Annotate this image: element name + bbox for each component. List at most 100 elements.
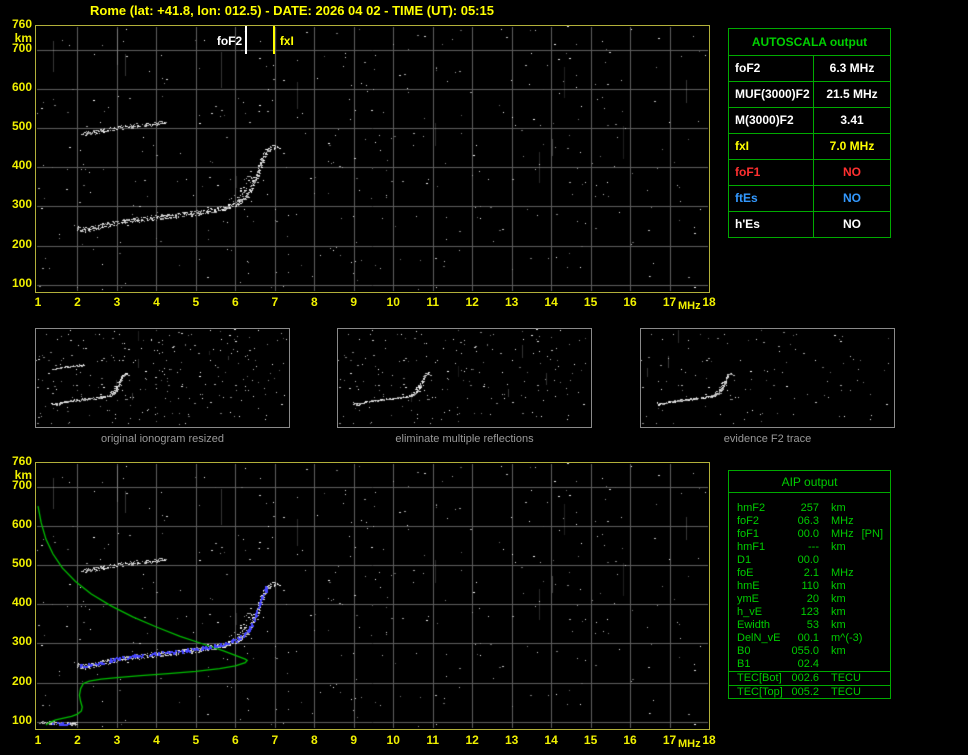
aip-param-name: h_vE bbox=[737, 606, 763, 618]
x-axis-tick-label: 5 bbox=[192, 733, 200, 747]
aip-param-name: B0 bbox=[737, 645, 751, 657]
y-axis-tick-label: 100 bbox=[11, 712, 32, 727]
aip-param-unit: MHz bbox=[831, 515, 854, 527]
ionogram-plot-top bbox=[35, 25, 710, 293]
aip-row-DelN_vE: DelN_vE 00.1 m^(-3) bbox=[729, 632, 890, 645]
aip-param-unit: MHz bbox=[831, 567, 854, 579]
aip-output-table: AIP output hmF2 257 km foF2 06.3 MHz foF1 00.0 M… bbox=[728, 470, 891, 699]
autoscala-param-value: 7.0 MHz bbox=[813, 134, 890, 159]
x-axis-tick-label: 18 bbox=[702, 733, 716, 747]
x-axis-tick-label: 16 bbox=[623, 733, 637, 747]
aip-param-unit: km bbox=[831, 580, 846, 592]
autoscala-param-label: h'Es bbox=[735, 217, 760, 231]
aip-param-name: hmE bbox=[737, 580, 760, 592]
x-axis-tick-label: 8 bbox=[310, 295, 318, 309]
y-axis-tick-label: 400 bbox=[11, 158, 32, 173]
y-axis-tick-label: 760 bbox=[11, 454, 32, 468]
aip-tec-rows: TEC[Bot] 002.6 TECU TEC[Top] 005.2 TECU bbox=[729, 672, 890, 698]
x-axis-tick-label: 8 bbox=[310, 733, 318, 747]
aip-param-value: 06.3 bbox=[797, 515, 819, 527]
aip-row-foE: foE 2.1 MHz bbox=[729, 567, 890, 580]
aip-param-name: ymE bbox=[737, 593, 759, 605]
x-axis-tick-label: 6 bbox=[232, 733, 239, 747]
x-axis-tick-label: 5 bbox=[192, 295, 200, 309]
x-axis-tick-label: 6 bbox=[232, 295, 239, 309]
autoscala-table-title: AUTOSCALA output bbox=[751, 35, 868, 49]
aip-param-name: Ewidth bbox=[737, 619, 771, 631]
thumbnail-caption-eliminate-multiples: eliminate multiple reflections bbox=[395, 433, 534, 445]
thumbnail-canvas-evidence-f2 bbox=[641, 329, 894, 427]
aip-row-B1: B1 02.4 bbox=[729, 658, 890, 671]
x-axis-tick-label: 2 bbox=[74, 733, 81, 747]
x-axis-tick-label: 7 bbox=[271, 733, 279, 747]
x-axis-tick-label: 9 bbox=[350, 733, 358, 747]
aip-param-note: [PN] bbox=[861, 528, 884, 540]
aip-param-value: 00.0 bbox=[797, 554, 819, 566]
x-axis-tick-label: 10 bbox=[386, 733, 400, 747]
aip-param-unit: km bbox=[831, 593, 846, 605]
x-axis-tick-label: 7 bbox=[271, 295, 279, 309]
x-axis-tick-label: 3 bbox=[113, 295, 121, 309]
thumbnail-caption-original: original ionogram resized bbox=[101, 433, 224, 445]
aip-param-value: --- bbox=[808, 541, 819, 553]
y-axis-tick-label: 700 bbox=[11, 477, 32, 492]
autoscala-param-label: fxI bbox=[735, 139, 750, 153]
aip-param-name: foE bbox=[737, 567, 754, 579]
y-axis-tick-label: 600 bbox=[11, 516, 32, 531]
aip-param-unit: km bbox=[831, 606, 846, 618]
aip-tec-unit: TECU bbox=[831, 686, 861, 698]
aip-param-unit: km bbox=[831, 619, 846, 631]
thumbnail-canvas-eliminate-multiples bbox=[338, 329, 591, 427]
autoscala-param-label: MUF(3000)F2 bbox=[735, 87, 810, 101]
autoscala-param-value: 3.41 bbox=[813, 108, 890, 133]
y-axis-tick-label: 400 bbox=[11, 595, 32, 610]
aip-param-value: 257 bbox=[800, 502, 819, 514]
x-axis-tick-label: 12 bbox=[465, 295, 479, 309]
critical-frequency-marker-line-fxI bbox=[272, 26, 275, 54]
aip-tec-name: TEC[Bot] bbox=[737, 672, 782, 684]
x-axis-tick-label: 17 bbox=[662, 733, 677, 747]
critical-frequency-marker-label-fxI: fxI bbox=[279, 34, 294, 48]
y-axis-tick-label: 200 bbox=[11, 673, 32, 688]
autoscala-row-foF1: foF1 NO bbox=[729, 159, 890, 185]
x-axis-tick-label: 12 bbox=[465, 733, 479, 747]
y-axis-tick-label: 300 bbox=[11, 634, 32, 649]
aip-tec-row-TEC[Top]: TEC[Top] 005.2 TECU bbox=[729, 685, 890, 698]
aip-row-foF2: foF2 06.3 MHz bbox=[729, 515, 890, 528]
x-axis-tick-label: 4 bbox=[153, 733, 160, 747]
y-axis-tick-label: 600 bbox=[11, 79, 32, 94]
x-axis-tick-label: 15 bbox=[583, 733, 598, 747]
aip-param-name: hmF1 bbox=[737, 541, 766, 553]
x-axis-tick-label: 17 bbox=[662, 295, 677, 309]
autoscala-param-value: NO bbox=[813, 186, 890, 211]
aip-param-name: DelN_vE bbox=[737, 632, 781, 644]
autoscala-row-M(3000)F2: M(3000)F2 3.41 bbox=[729, 107, 890, 133]
aip-tec-value: 002.6 bbox=[791, 672, 819, 684]
aip-param-value: 055.0 bbox=[791, 645, 819, 657]
ionogram-canvas-bottom bbox=[36, 463, 709, 729]
x-axis-tick-label: 11 bbox=[426, 733, 440, 747]
x-axis-tick-label: 3 bbox=[113, 733, 121, 747]
aip-param-value: 02.4 bbox=[797, 658, 819, 670]
x-axis-tick-label: 15 bbox=[583, 295, 598, 309]
aip-param-name: B1 bbox=[737, 658, 751, 670]
y-axis-tick-label: 500 bbox=[11, 119, 32, 133]
x-axis-unit-label: MHz bbox=[678, 738, 701, 750]
x-axis-tick-label: 9 bbox=[350, 295, 358, 309]
x-axis-tick-label: 1 bbox=[34, 733, 42, 747]
x-axis-tick-label: 10 bbox=[386, 295, 400, 309]
x-axis-tick-label: 14 bbox=[544, 295, 558, 309]
x-axis-tick-label: 13 bbox=[504, 733, 519, 747]
autoscala-row-MUF(3000)F2: MUF(3000)F2 21.5 MHz bbox=[729, 81, 890, 107]
autoscala-row-fxI: fxI 7.0 MHz bbox=[729, 133, 890, 159]
y-axis-tick-label: 760 bbox=[11, 17, 32, 31]
aip-param-name: foF2 bbox=[737, 515, 760, 527]
aip-row-ymE: ymE 20 km bbox=[729, 593, 890, 606]
x-axis-tick-label: 1 bbox=[34, 295, 42, 309]
autoscala-param-label: foF2 bbox=[735, 61, 761, 75]
autoscala-param-value: NO bbox=[813, 160, 890, 185]
aip-param-unit: km bbox=[831, 502, 846, 514]
aip-tec-value: 005.2 bbox=[791, 686, 819, 698]
autoscala-row-ftEs: ftEs NO bbox=[729, 185, 890, 211]
x-axis-tick-label: 18 bbox=[702, 295, 716, 309]
